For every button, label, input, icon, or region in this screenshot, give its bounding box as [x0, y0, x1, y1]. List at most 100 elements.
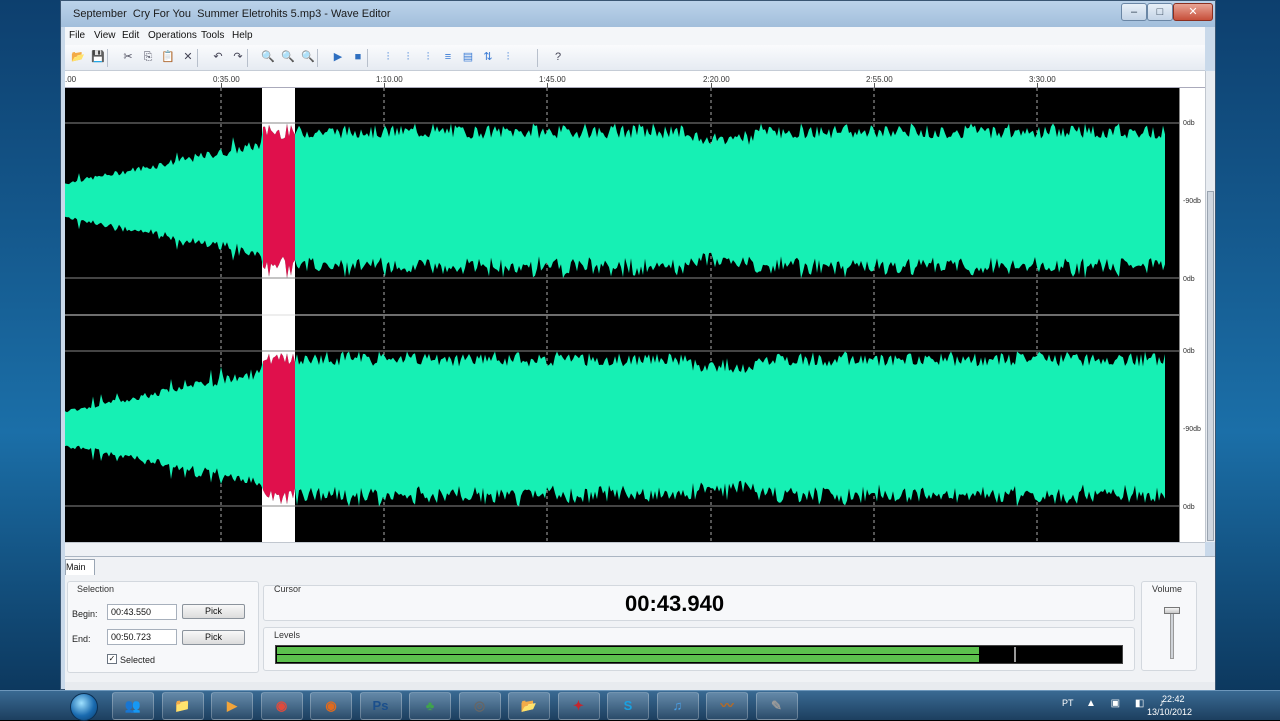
effect-6-icon[interactable]: ⇅: [481, 50, 495, 64]
toolbar-separator: [107, 49, 108, 67]
bottom-panel: Main Selection Begin: 00:43.550 Pick End…: [65, 556, 1215, 682]
db-scale: 0db -90db 0db 0db -90db 0db: [1179, 88, 1205, 542]
vertical-scrollbar-thumb[interactable]: [1207, 191, 1214, 541]
tab-main[interactable]: Main: [65, 559, 95, 575]
effect-7-icon[interactable]: ⫶: [501, 50, 515, 64]
levels-title: Levels: [274, 630, 301, 640]
selection-group: Selection Begin: 00:43.550 Pick End: 00:…: [67, 581, 259, 673]
begin-pick-button[interactable]: Pick: [182, 604, 245, 619]
toolbar-separator: [537, 49, 538, 67]
volume-title: Volume: [1152, 584, 1183, 594]
effect-4-icon[interactable]: ≡: [441, 50, 455, 64]
menu-file[interactable]: File: [69, 30, 85, 41]
db-label: -90db: [1183, 198, 1201, 205]
taskbar-itunes-icon[interactable]: ♫: [656, 692, 699, 720]
taskbar-firefox-icon[interactable]: ◉: [310, 692, 352, 720]
stop-icon[interactable]: ■: [351, 50, 365, 64]
end-label: End:: [72, 634, 91, 644]
menu-bar: File View Edit Operations Tools Help: [65, 27, 1205, 45]
menu-edit[interactable]: Edit: [122, 30, 139, 41]
taskbar-app-red-icon[interactable]: ✦: [557, 692, 600, 720]
taskbar-app-circle-icon[interactable]: ◎: [458, 692, 501, 720]
help-icon[interactable]: ?: [551, 50, 565, 64]
taskbar-chrome-icon[interactable]: ◉: [260, 692, 303, 720]
selected-waveform-channel-2: [263, 353, 295, 505]
levels-meter: [275, 645, 1123, 664]
waveform-channel-2: [65, 351, 1165, 507]
copy-icon[interactable]: ⎘: [141, 50, 155, 64]
cut-icon[interactable]: ✂: [121, 50, 135, 64]
taskbar-wave-editor-icon[interactable]: 〰: [706, 692, 748, 720]
effect-5-icon[interactable]: ▤: [461, 50, 475, 64]
horizontal-scrollbar[interactable]: [65, 542, 1205, 556]
ruler-label: 2:55.00: [866, 75, 893, 84]
ruler-label: .00: [65, 75, 77, 84]
close-button[interactable]: ✕: [1173, 3, 1213, 21]
taskbar: 👥 📁 ▶ ◉ ◉ Ps ♣ ◎ 📂 ✦ S ♫ 〰 ✎ PT ▲ ▣ ◧ ♪ 22:42 13/10/2…: [0, 690, 1280, 721]
taskbar-media-player-icon[interactable]: ▶: [211, 692, 253, 720]
waveform-canvas[interactable]: [65, 88, 1179, 542]
zoom-in-icon[interactable]: 🔍: [261, 50, 275, 64]
menu-view[interactable]: View: [94, 30, 116, 41]
selected-waveform-channel-1: [263, 123, 295, 279]
toolbar-separator: [247, 49, 248, 67]
toolbar-separator: [367, 49, 368, 67]
language-indicator[interactable]: PT: [1062, 698, 1074, 708]
ruler-label: 1:45.00: [539, 75, 566, 84]
ruler-label: 3:30.00: [1029, 75, 1056, 84]
ruler-label: 0:35.00: [213, 75, 240, 84]
db-label: -90db: [1183, 426, 1201, 433]
taskbar-app-stamp-icon[interactable]: ✎: [755, 692, 798, 720]
window-title: September Cry For You Summer Eletrohits …: [73, 8, 391, 20]
paste-icon[interactable]: 📋: [161, 50, 175, 64]
zoom-fit-icon[interactable]: 🔍: [301, 50, 315, 64]
undo-icon[interactable]: ↶: [211, 50, 225, 64]
minimize-button[interactable]: –: [1121, 3, 1147, 21]
selection-title: Selection: [77, 584, 115, 594]
taskbar-app-folder-icon[interactable]: 📂: [508, 692, 550, 720]
effect-3-icon[interactable]: ⫶: [421, 50, 435, 64]
menu-tools[interactable]: Tools: [201, 30, 224, 41]
taskbar-explorer-users-icon[interactable]: 👥: [112, 692, 154, 720]
volume-slider-track[interactable]: [1170, 609, 1174, 659]
clock-date[interactable]: 13/10/2012: [1147, 707, 1192, 717]
effect-2-icon[interactable]: ⫶: [401, 50, 415, 64]
play-icon[interactable]: ▶: [331, 50, 345, 64]
status-bar: [65, 682, 1215, 690]
save-icon[interactable]: 💾: [91, 50, 105, 64]
taskbar-skype-icon[interactable]: S: [607, 692, 649, 720]
end-field[interactable]: 00:50.723: [107, 629, 177, 645]
effect-1-icon[interactable]: ⫶: [381, 50, 395, 64]
time-ruler[interactable]: .00 0:35.00 1:10.00 1:45.00 2:20.00 2:55…: [65, 71, 1205, 88]
level-peak-marker: [1014, 647, 1016, 662]
zoom-out-icon[interactable]: 🔍: [281, 50, 295, 64]
taskbar-explorer-folder-icon[interactable]: 📁: [161, 692, 204, 720]
toolbar-separator: [197, 49, 198, 67]
selected-checkbox[interactable]: ✓: [107, 654, 117, 664]
menu-operations[interactable]: Operations: [148, 30, 197, 41]
taskbar-app-green-icon[interactable]: ♣: [409, 692, 451, 720]
end-pick-button[interactable]: Pick: [182, 630, 245, 645]
title-bar[interactable]: September Cry For You Summer Eletrohits …: [61, 1, 1215, 27]
taskbar-photoshop-icon[interactable]: Ps: [359, 692, 402, 720]
open-icon[interactable]: 📂: [71, 50, 85, 64]
tab-main-label: Main: [66, 562, 86, 572]
vertical-scrollbar[interactable]: [1205, 71, 1215, 542]
menu-help[interactable]: Help: [232, 30, 253, 41]
wave-editor-window: September Cry For You Summer Eletrohits …: [60, 0, 1216, 690]
desktop: September Cry For You Summer Eletrohits …: [0, 0, 1280, 721]
begin-field[interactable]: 00:43.550: [107, 604, 177, 620]
toolbar-separator: [317, 49, 318, 67]
redo-icon[interactable]: ↷: [231, 50, 245, 64]
clock-time[interactable]: 22:42: [1162, 694, 1185, 704]
start-button[interactable]: [70, 693, 98, 721]
selected-label: Selected: [120, 655, 156, 665]
begin-label: Begin:: [72, 609, 98, 619]
maximize-button[interactable]: □: [1147, 3, 1173, 21]
cursor-time-display: 00:43.940: [625, 591, 725, 616]
volume-slider-thumb[interactable]: [1164, 607, 1180, 614]
delete-icon[interactable]: ✕: [181, 50, 195, 64]
level-meter-right: [277, 655, 980, 662]
waveform-channel-1: [65, 123, 1165, 279]
waveform-svg[interactable]: [65, 88, 1179, 542]
